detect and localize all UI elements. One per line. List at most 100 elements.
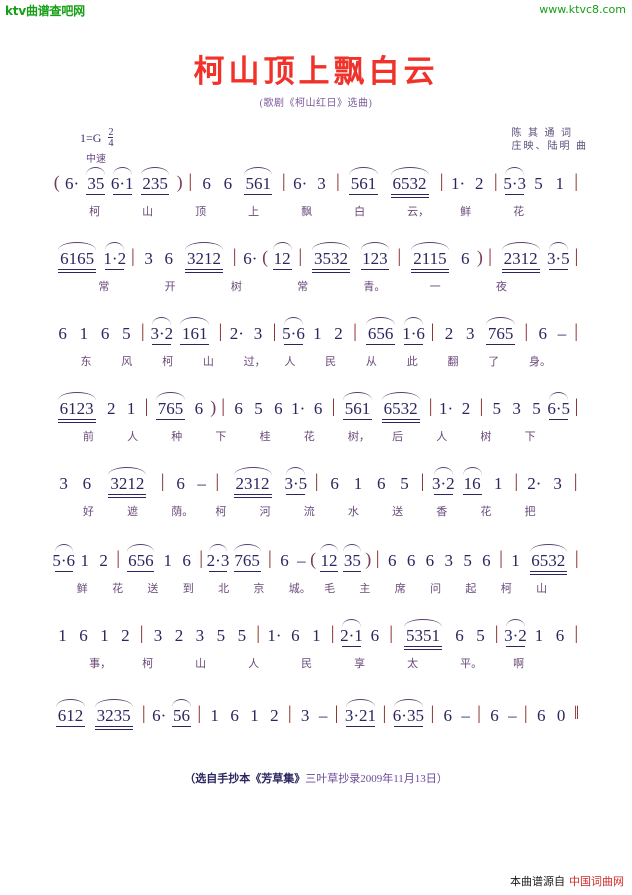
note-group: 3 [444,551,453,570]
lyrics-row: 事， 柯 山 人 民 享 太 平。 啊 [52,654,582,676]
note-group: 2· [229,324,244,343]
site-url[interactable]: www.ktvc8.com [539,3,626,16]
beam-line [530,574,567,575]
notes-row: 6123 2 1 | 765 6) | 6 5 6 1· 6 | 561 6532 | 1· 2 | 5 3 5 6·5 | [52,392,582,427]
lyric-char: 太 [407,658,419,670]
lyric-char: 花 [513,206,525,218]
beam-line [505,194,525,195]
music-system-2: 6165 1·2 | 3 6 3212 | 6·(12 | 3532 123 | 2115 6) | 2312… [52,242,582,299]
note-group: 2 [121,626,130,645]
slur-arc [349,167,378,175]
barline: | [574,548,579,569]
beam-line [127,571,155,572]
lyric-char: 民 [325,356,337,368]
lyric-char: 花 [112,583,124,595]
note-group: 5 [254,399,263,418]
music-system-5: 3 6 3212 | 6– | 2312 3·5 | 6 1 6 5 | 3·2 16 1 | 2· 3 | 好遮荫。柯… [52,467,582,524]
note-group: 3 [466,324,475,343]
note-group: 2 [106,399,116,418]
lyrics-row: 东 风 柯 山 过， 人 民 从 此 翻 了 身。 [52,352,582,374]
slur-arc [156,392,185,400]
barline: | [160,471,165,492]
lyrics-row: 柯 山 顶 上 飘 白 云， 鲜 花 [52,202,582,224]
note-group: 2·1 [340,626,363,645]
lyric-char: 常 [297,281,309,293]
tempo-marking: 中速 [86,154,106,165]
note-group: 656 [128,551,154,570]
note-group: 2· [527,474,542,493]
lyrics-row: 常 开 树 常 青。 一 夜 [52,277,582,299]
slur-arc [284,317,304,325]
barline: | [524,321,529,342]
barline: | [477,703,481,724]
source-note-collection: 《芳草集》 [250,773,306,785]
time-signature-numerator: 2 [108,127,114,138]
site-logo[interactable]: ktv曲谱查吧网 [5,2,85,19]
note-group: 5 [400,474,409,493]
lyric-char: 柯 [500,583,512,595]
barline: | [130,246,135,267]
note-group: 1 [100,626,109,645]
beam-line [171,726,191,727]
lyric-char: 从 [365,356,377,368]
barline: | [281,171,286,192]
note-group: 5 [534,174,543,193]
beam-line [360,269,390,270]
lyric-char: 树， [347,431,370,443]
source-note-suffix: 三叶草抄录2009年11月13日） [305,773,448,785]
note-group: – [508,706,517,725]
note-group: 6 [202,174,211,193]
barline: | [144,396,149,417]
lyric-char: 问 [430,583,442,595]
beam-line [286,494,306,495]
note-group: 35 [87,174,105,193]
slur-arc [381,392,420,400]
note-group: 6· [293,174,308,193]
lyric-char: 水 [347,506,359,518]
beam-line [403,646,442,647]
barline: | [574,321,579,342]
barline: | [334,703,339,724]
note-group: 1 [163,551,172,570]
slur-arc [127,544,155,552]
slur-arc [462,467,482,475]
beam-line [394,726,423,727]
beam-line [549,419,569,420]
note-group: 3·2 [431,474,455,493]
slur-arc [530,544,567,552]
note-group: 3 [317,174,326,193]
beam-line [486,344,515,345]
beam-line [185,269,224,270]
beam-line [152,344,172,345]
notes-row: 6165 1·2 | 3 6 3212 | 6·(12 | 3532 123 | 2115 6) | 2312… [52,242,582,277]
lyric-char: 树 [480,431,492,443]
barline: | [479,396,484,417]
slur-arc [94,699,133,707]
beam-line [505,646,525,647]
slur-arc [486,317,515,325]
note-group: 2 [174,626,184,645]
slur-arc [346,699,375,707]
barline: | [353,321,357,342]
barline: | [439,171,444,192]
barline: | [574,623,579,644]
note-group: 561 [245,174,271,193]
note-group: 3·5 [546,249,570,268]
slur-arc [185,242,224,250]
note-group: 2 [99,551,108,570]
lyric-char: 顶 [195,206,207,218]
note-group: 5 [476,626,485,645]
lyric-char: 到 [182,583,194,595]
slur-arc [501,242,540,250]
lyric-char: 东 [80,356,92,368]
note-group: 6 [234,399,243,418]
note-group: 6· [243,249,258,268]
beam-line [311,269,350,270]
note-group: 561 [350,174,377,193]
note-group: 3·2 [150,324,174,343]
note-group: 3 [153,626,163,645]
footer-brand[interactable]: 中国词曲网 [569,876,624,888]
barline: | [430,321,435,342]
lyric-char: 飘 [301,206,313,218]
note-group: 1 [555,174,564,193]
